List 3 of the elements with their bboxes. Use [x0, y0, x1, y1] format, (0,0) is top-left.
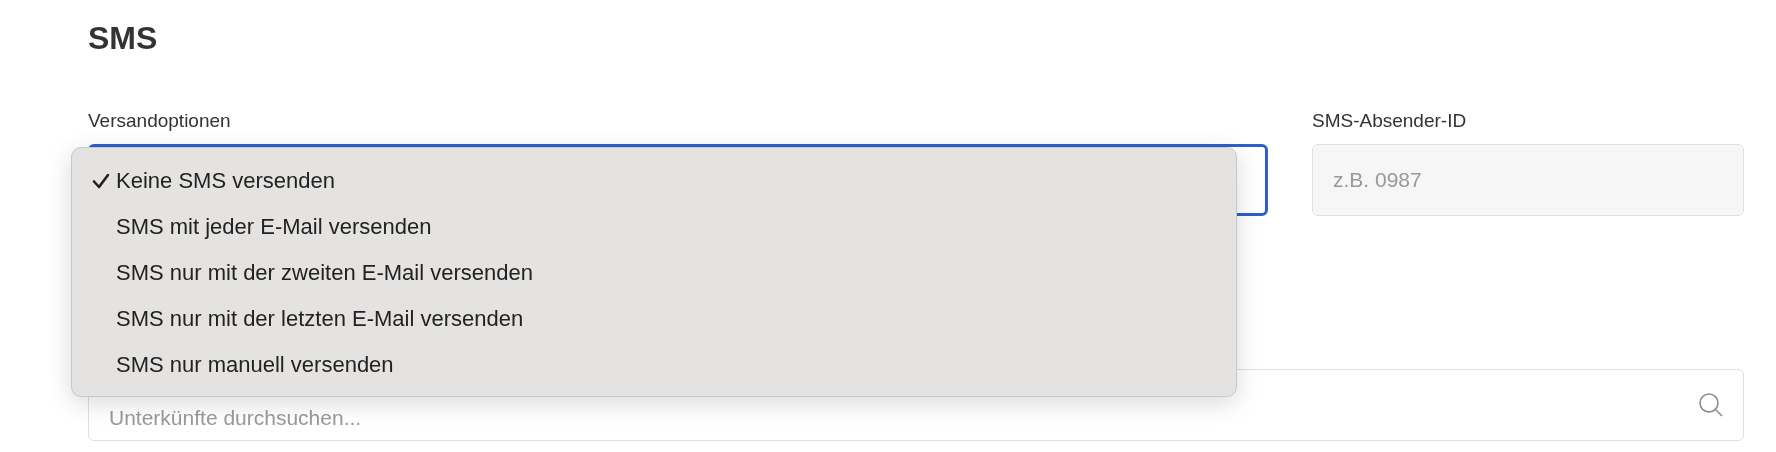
- section-heading: SMS: [88, 19, 159, 58]
- field-label: SMS-Absender-ID: [1312, 110, 1468, 132]
- field-label: Versandoptionen: [88, 110, 232, 132]
